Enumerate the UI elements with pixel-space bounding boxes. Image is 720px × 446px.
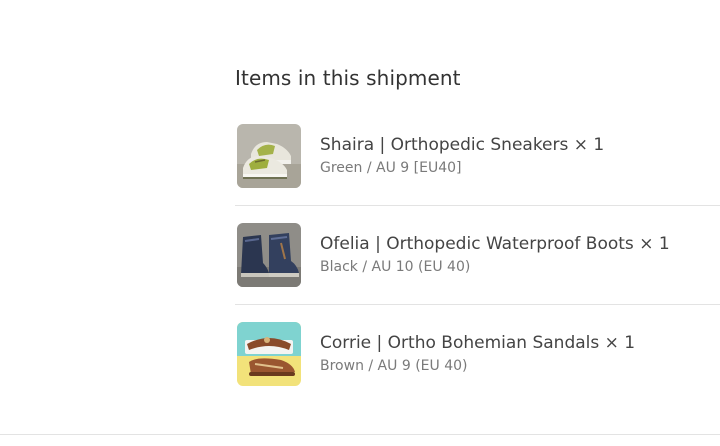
item-variant: Green / AU 9 [EU40] xyxy=(320,160,462,176)
item-title: Corrie | Ortho Bohemian Sandals × 1 xyxy=(320,333,636,353)
shipment-page: Items in this shipment Shaira | Orthoped… xyxy=(0,0,720,446)
list-item: Corrie | Ortho Bohemian Sandals × 1 Brow… xyxy=(235,305,720,404)
product-image-sneakers xyxy=(237,124,301,188)
divider xyxy=(0,434,720,435)
item-title: Ofelia | Orthopedic Waterproof Boots × 1 xyxy=(320,234,670,254)
list-item: Ofelia | Orthopedic Waterproof Boots × 1… xyxy=(235,206,720,305)
section-title: Items in this shipment xyxy=(235,66,461,90)
shipment-items-list: Shaira | Orthopedic Sneakers × 1 Green /… xyxy=(235,107,720,404)
list-item: Shaira | Orthopedic Sneakers × 1 Green /… xyxy=(235,107,720,206)
item-variant: Black / AU 10 (EU 40) xyxy=(320,259,471,275)
product-image-sandals xyxy=(237,322,301,386)
item-title: Shaira | Orthopedic Sneakers × 1 xyxy=(320,135,605,155)
product-image-boots xyxy=(237,223,301,287)
item-variant: Brown / AU 9 (EU 40) xyxy=(320,358,468,374)
